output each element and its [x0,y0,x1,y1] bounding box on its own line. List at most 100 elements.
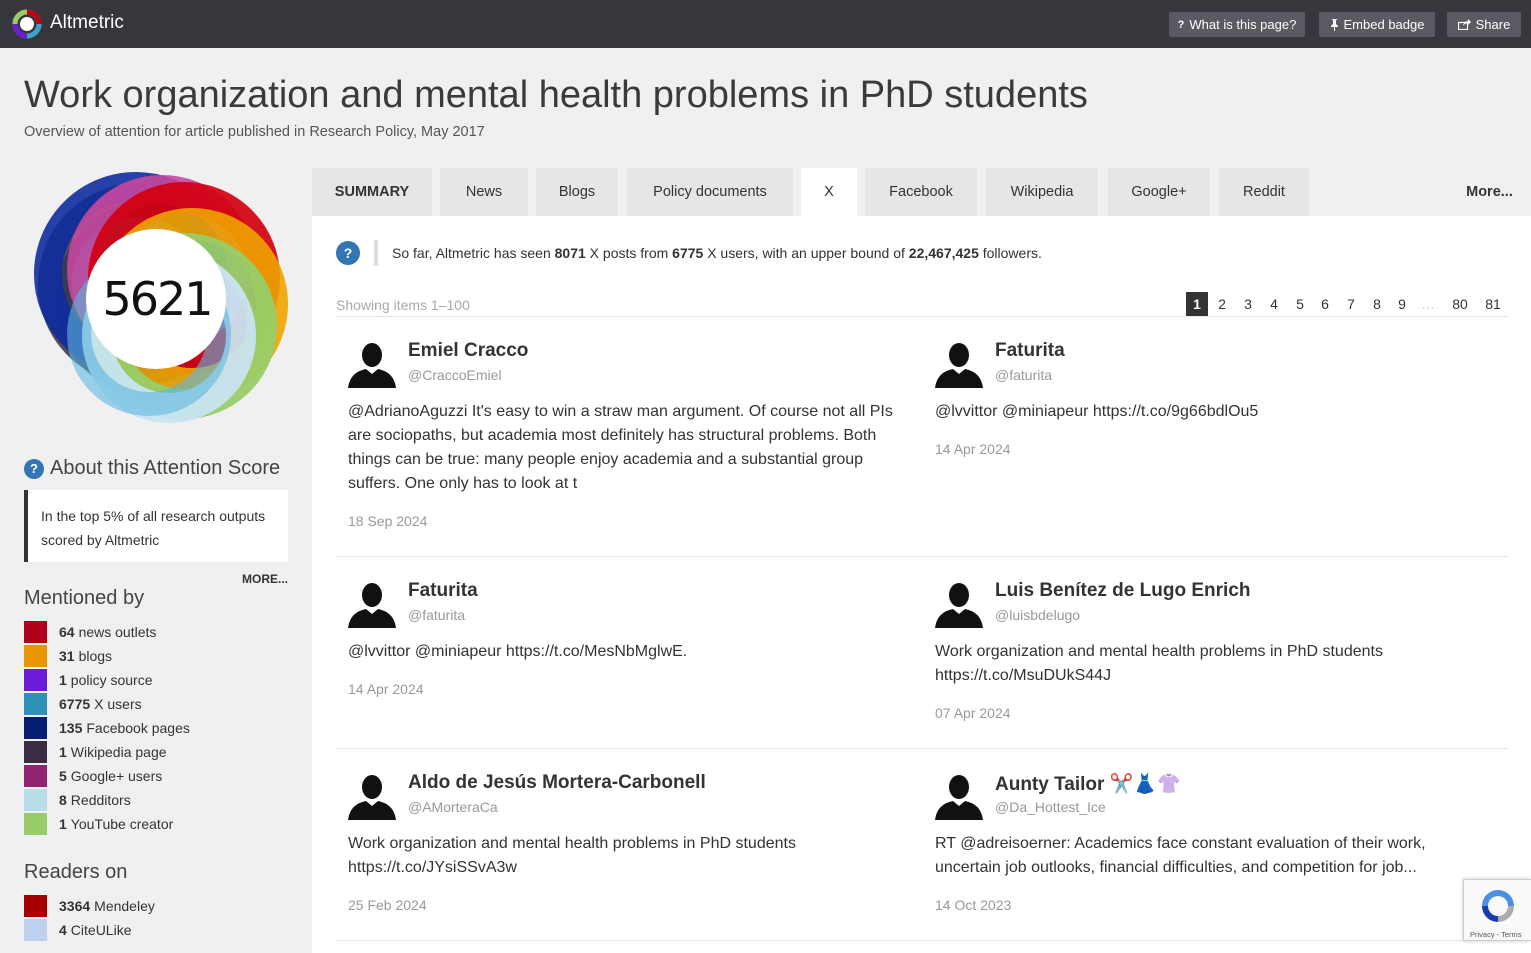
post-date[interactable]: 18 Sep 2024 [348,513,427,529]
mention-swatch [24,669,47,691]
mention-row[interactable]: 1 YouTube creator [24,813,173,835]
mentioned-by-heading: Mentioned by [24,587,145,609]
post-date[interactable]: 14 Apr 2024 [935,441,1011,457]
reader-count: 3364 [59,898,91,914]
avatar-silhouette-icon[interactable] [348,340,396,388]
share-button[interactable]: Share [1447,12,1521,37]
mention-swatch [24,693,47,715]
tab-policy-documents[interactable]: Policy documents [627,168,793,216]
altmetric-logo-icon[interactable] [12,9,42,39]
about-score-title: About this Attention Score [50,457,281,479]
avatar-silhouette-icon[interactable] [935,340,983,388]
about-more-link[interactable]: MORE... [242,572,288,586]
page-link[interactable]: 8 [1366,292,1388,316]
tab-reddit[interactable]: Reddit [1219,168,1309,216]
about-score-box: In the top 5% of all research outputs sc… [24,490,288,562]
mention-row[interactable]: 1 policy source [24,669,153,691]
page-link[interactable]: 80 [1449,292,1471,316]
page-link[interactable]: 81 [1482,292,1504,316]
mention-row[interactable]: 5 Google+ users [24,765,162,787]
post-author-handle[interactable]: @AMorteraCa [408,799,498,815]
avatar-silhouette-icon[interactable] [348,772,396,820]
brand-name[interactable]: Altmetric [50,12,124,34]
post-author-handle[interactable]: @faturita [995,367,1052,383]
info-text-1: So far, Altmetric has seen [392,245,555,261]
reader-row[interactable]: 4 CiteULike [24,919,132,941]
post-author-name[interactable]: Aldo de Jesús Mortera-Carbonell [408,772,706,794]
tab-google-plus[interactable]: Google+ [1108,168,1210,216]
post-author-handle[interactable]: @faturita [408,607,465,623]
post-author-handle[interactable]: @luisbdelugo [995,607,1080,623]
x-stats-info: ? So far, Altmetric has seen 8071 X post… [336,240,1042,266]
mention-row[interactable]: 64 news outlets [24,621,156,643]
post-author-name[interactable]: Luis Benítez de Lugo Enrich [995,580,1250,602]
post-author-handle[interactable]: @Da_Hottest_Ice [995,799,1106,815]
tab-blogs[interactable]: Blogs [536,168,618,216]
mention-row[interactable]: 8 Redditors [24,789,131,811]
reader-row[interactable]: 3364 Mendeley [24,895,155,917]
post-text: Work organization and mental health prob… [348,835,796,876]
what-is-this-page-button[interactable]: ? What is this page? [1169,12,1305,37]
avatar-silhouette-icon[interactable] [935,580,983,628]
recaptcha-badge[interactable]: Privacy - Terms [1463,879,1531,941]
page-link[interactable]: 5 [1289,292,1311,316]
tab-facebook[interactable]: Facebook [865,168,977,216]
mention-count: 1 [59,744,67,760]
post-author-handle[interactable]: @CraccoEmiel [408,367,502,383]
divider [336,556,1508,557]
page-link[interactable]: 1 [1186,292,1208,316]
reader-count: 4 [59,922,67,938]
page-link[interactable]: 7 [1340,292,1362,316]
post-author-name[interactable]: Faturita [408,580,478,602]
mention-label: X users [94,696,142,712]
tab-more[interactable]: More... [1452,168,1527,216]
mention-swatch [24,789,47,811]
tab-x[interactable]: X [801,168,857,216]
page-link[interactable]: 9 [1391,292,1413,316]
reader-swatch [24,919,47,941]
mention-label: Google+ users [70,768,163,784]
mention-row[interactable]: 31 blogs [24,645,112,667]
reader-swatch [24,895,47,917]
mention-label: blogs [78,648,113,664]
post-date[interactable]: 07 Apr 2024 [935,705,1011,721]
attention-score[interactable]: 5621 [24,166,290,432]
page-link[interactable]: 6 [1314,292,1336,316]
post-text: @lvvittor @miniapeur https://t.co/MesNbM… [348,643,688,660]
tab-wikipedia[interactable]: Wikipedia [986,168,1098,216]
post-text: Work organization and mental health prob… [935,643,1383,684]
page-link[interactable]: 3 [1237,292,1259,316]
mention-swatch [24,621,47,643]
tab-news[interactable]: News [440,168,528,216]
divider [336,748,1508,749]
mention-label: YouTube creator [70,816,174,832]
pin-icon [1330,18,1338,31]
question-icon: ? [1177,18,1185,31]
embed-badge-button[interactable]: Embed badge [1319,12,1435,37]
mention-row[interactable]: 135 Facebook pages [24,717,190,739]
post-author-name[interactable]: Emiel Cracco [408,340,528,362]
mention-label: policy source [70,672,153,688]
mention-count: 8 [59,792,67,808]
info-posts-count: 8071 [554,245,586,261]
mention-count: 6775 [59,696,91,712]
post-date[interactable]: 14 Apr 2024 [348,681,424,697]
post-date[interactable]: 25 Feb 2024 [348,897,427,913]
post-date[interactable]: 14 Oct 2023 [935,897,1011,913]
mention-row[interactable]: 6775 X users [24,693,142,715]
info-users-count: 6775 [672,245,704,261]
page-link[interactable]: 2 [1211,292,1233,316]
post-author-name[interactable]: Faturita [995,340,1065,362]
post-author-name[interactable]: Aunty Tailor ✂️👗👚 [995,772,1181,796]
avatar-silhouette-icon[interactable] [935,772,983,820]
page-link[interactable]: 4 [1263,292,1285,316]
divider [336,316,1508,317]
avatar-silhouette-icon[interactable] [348,580,396,628]
tab-summary[interactable]: SUMMARY [312,168,432,216]
about-score-heading[interactable]: ? About this Attention Score [24,457,280,480]
mention-swatch [24,765,47,787]
embed-badge-label: Embed badge [1343,17,1425,32]
mention-row[interactable]: 1 Wikipedia page [24,741,167,763]
question-circle-icon[interactable]: ? [336,241,360,265]
recaptcha-links[interactable]: Privacy - Terms [1470,930,1522,939]
